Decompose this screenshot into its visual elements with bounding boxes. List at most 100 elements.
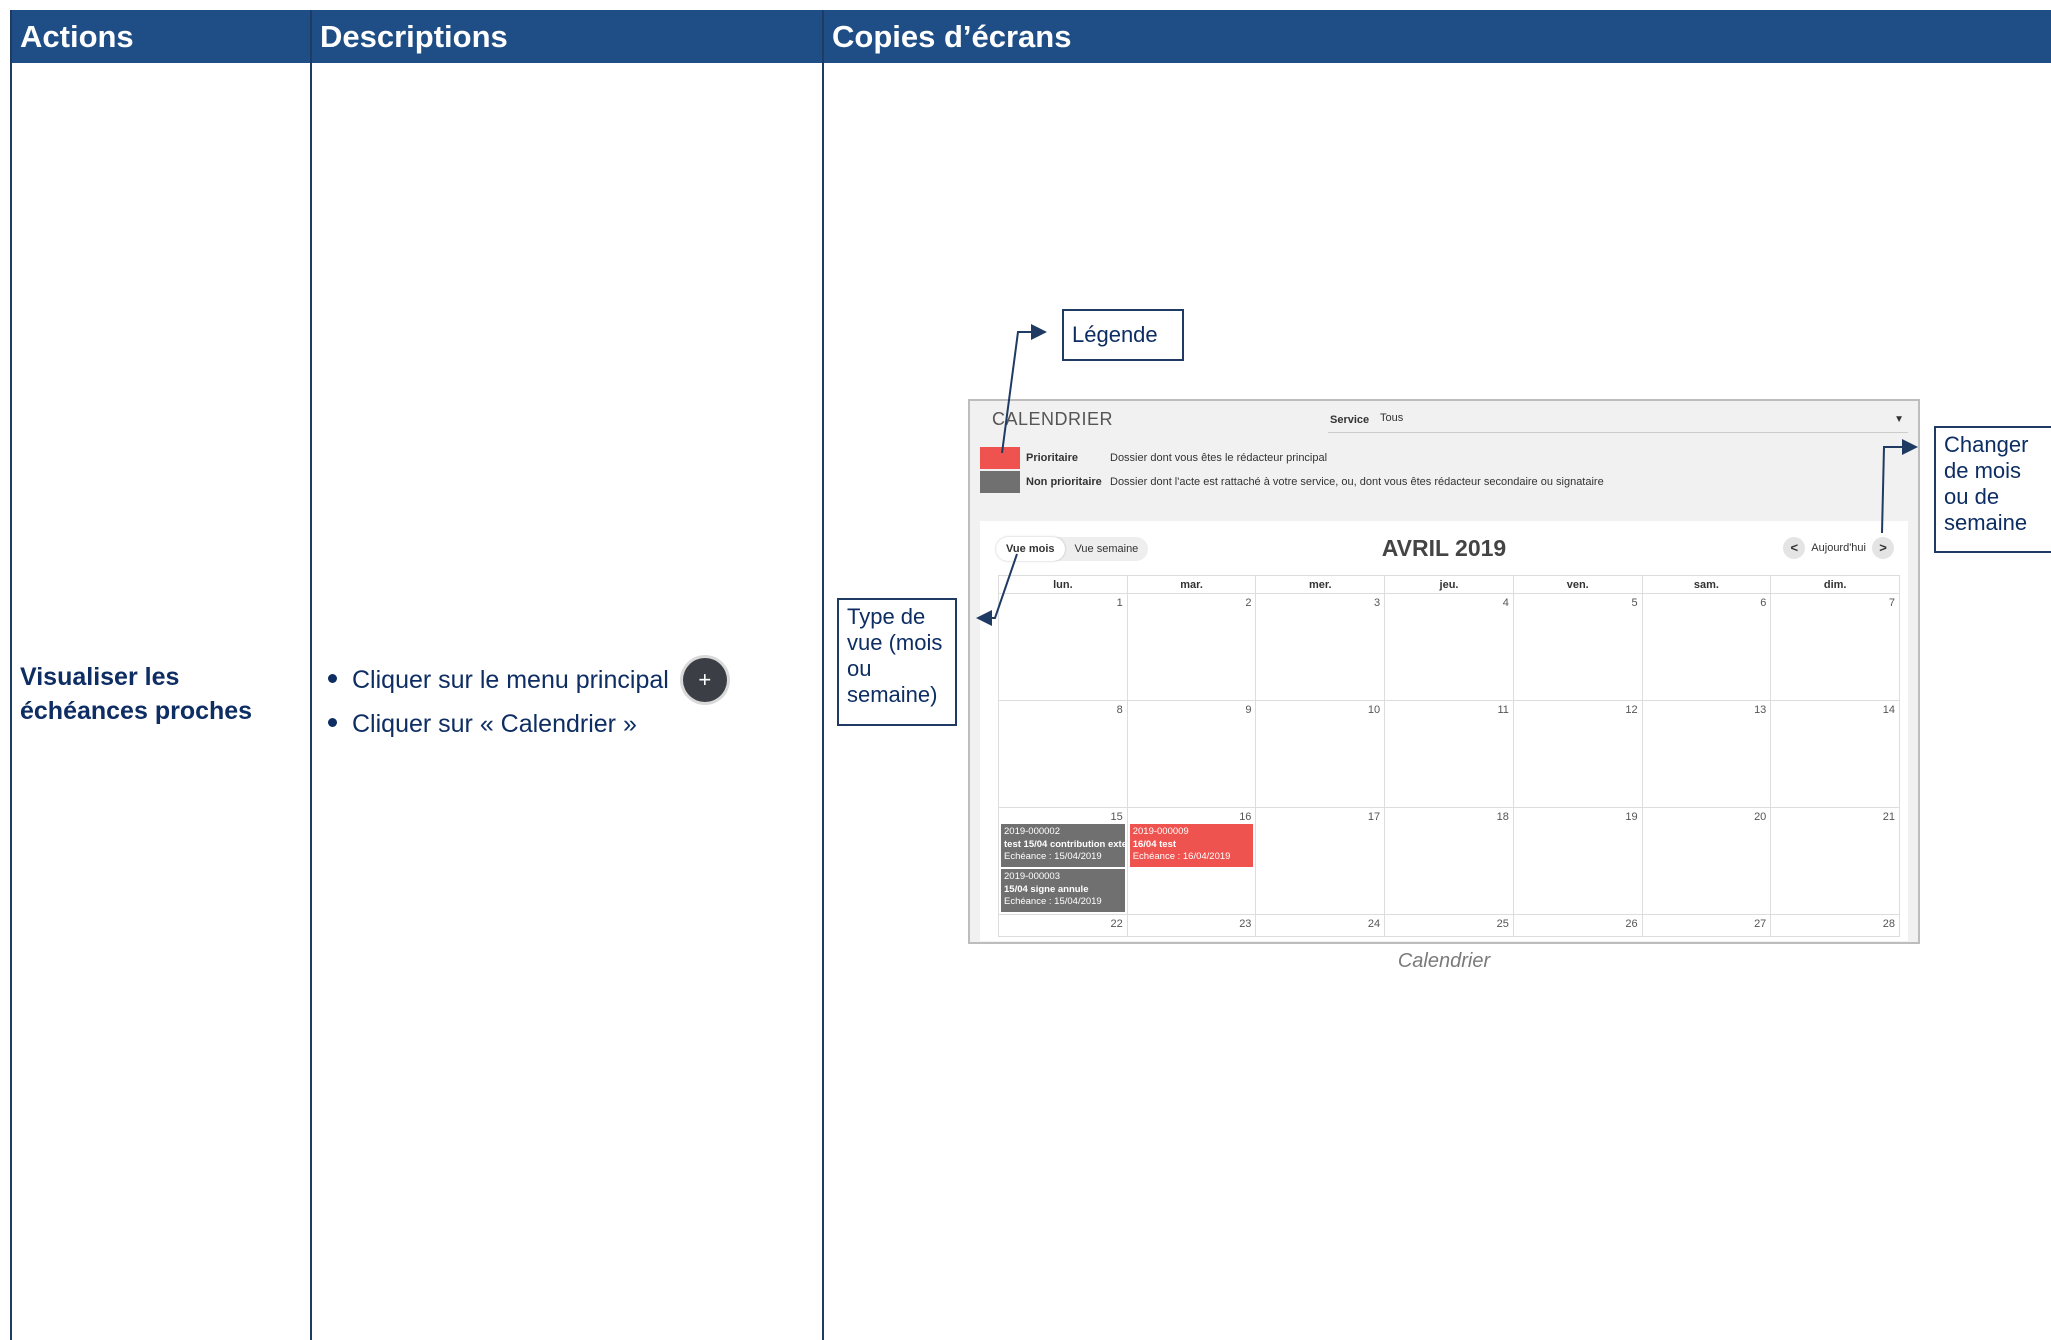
day-number: 14 [1882,704,1896,716]
calendar-event[interactable]: 2019-000009 16/04 test Echéance : 16/04/20… [1129,824,1254,867]
event-due: Echéance : 15/04/2019 [1004,851,1102,862]
day-number: 18 [1496,811,1509,823]
action-label: Visualiser les échéances proches [20,663,253,725]
calendar-screenshot: CALENDRIER Service Tous ▼ Prioritaire Do… [968,399,1920,944]
day-cell[interactable]: 26 [1514,915,1643,936]
description-item: Cliquer sur « Calendrier » [322,702,812,746]
day-cell[interactable]: 12 [1514,701,1643,807]
column-divider [310,10,312,1340]
legend-swatch [980,447,1020,469]
week-row: 1 2 3 4 5 6 7 [998,594,1901,701]
day-cell[interactable]: 24 [1256,915,1386,936]
day-number: 5 [1631,597,1638,609]
day-number: 12 [1625,704,1638,716]
day-cell[interactable]: 14 [1771,701,1901,807]
bullet-icon [328,718,337,727]
service-underline [1328,432,1908,433]
header-actions: Actions [12,10,310,63]
callout-view-type: Type de vue (mois ou semaine) [837,598,957,726]
day-number: 10 [1367,704,1381,716]
day-number: 6 [1760,597,1767,609]
event-id: 2019-000002 [1004,826,1060,837]
day-cell[interactable]: 21 [1771,808,1901,914]
day-number: 26 [1625,918,1638,930]
figure-caption: Calendrier [1397,950,1491,972]
day-cell[interactable]: 20 [1643,808,1772,914]
day-cell[interactable]: 3 [1256,594,1386,700]
day-number: 4 [1502,597,1509,609]
day-cell[interactable]: 1 [998,594,1128,700]
weekday-label: ven. [1514,576,1643,593]
column-divider [822,10,824,1340]
day-cell[interactable]: 23 [1128,915,1257,936]
description-item: Cliquer sur le menu principal + [322,658,812,702]
day-number: 7 [1888,597,1896,609]
day-cell[interactable]: 22 [998,915,1128,936]
callout-change-month: Changer de mois ou de semaine [1934,426,2051,553]
day-number: 24 [1367,918,1381,930]
week-row: 22 23 24 25 26 27 28 [998,915,1901,937]
description-list: Cliquer sur le menu principal + Cliquer … [322,658,812,746]
day-number: 19 [1625,811,1638,823]
day-cell[interactable]: 9 [1128,701,1257,807]
calendar-nav: < Aujourd'hui > [1783,537,1894,559]
day-cell[interactable]: 28 [1771,915,1901,936]
legend-name: Non prioritaire [1026,476,1102,488]
weekday-label: lun. [998,576,1128,593]
day-number: 1 [1116,597,1123,609]
day-cell[interactable]: 10 [1256,701,1386,807]
calendar-panel: Vue mois Vue semaine AVRIL 2019 < Aujour… [980,521,1908,941]
calendar-event[interactable]: 2019-000003 15/04 signe annule Echéance : … [1001,869,1125,912]
weekday-label: jeu. [1385,576,1514,593]
caret-down-icon[interactable]: ▼ [1894,414,1904,425]
day-number: 17 [1367,811,1381,823]
day-cell[interactable]: 18 [1385,808,1514,914]
day-cell[interactable]: 4 [1385,594,1514,700]
legend-desc: Dossier dont l'acte est rattaché à votre… [1110,476,1604,488]
callout-legend: Légende [1062,309,1184,361]
day-number: 22 [1110,918,1123,930]
week-row: 15 2019-000002 test 15/04 contribution ext… [998,808,1901,915]
day-cell[interactable]: 11 [1385,701,1514,807]
legend-row-non-prioritaire: Non prioritaire Dossier dont l'acte est … [980,471,1604,493]
day-cell[interactable]: 2 [1128,594,1257,700]
event-due: Echéance : 15/04/2019 [1004,896,1102,907]
weekday-label: sam. [1643,576,1772,593]
day-cell[interactable]: 17 [1256,808,1386,914]
chevron-left-icon[interactable]: < [1783,537,1806,559]
service-select[interactable]: Tous [1380,412,1403,424]
weekday-header: lun. mar. mer. jeu. ven. sam. dim. [998,576,1901,594]
legend-row-prioritaire: Prioritaire Dossier dont vous êtes le ré… [980,447,1327,469]
day-cell[interactable]: 16 2019-000009 16/04 test Echéance : 16/04/… [1128,808,1257,914]
day-cell[interactable]: 27 [1643,915,1772,936]
day-cell[interactable]: 25 [1385,915,1514,936]
day-number: 16 [1239,811,1252,823]
day-cell[interactable]: 13 [1643,701,1772,807]
event-title: 15/04 signe annule [1004,883,1089,895]
chevron-right-icon[interactable]: > [1872,537,1894,559]
day-cell[interactable]: 19 [1514,808,1643,914]
calendar-event[interactable]: 2019-000002 test 15/04 contribution exte E… [1001,824,1125,867]
service-label: Service [1330,414,1370,426]
day-cell[interactable]: 15 2019-000002 test 15/04 contribution ext… [998,808,1128,914]
event-id: 2019-000003 [1004,871,1060,882]
day-number: 23 [1239,918,1252,930]
day-number: 21 [1882,811,1896,823]
day-number: 27 [1754,918,1767,930]
day-cell[interactable]: 5 [1514,594,1643,700]
event-due: Echéance : 16/04/2019 [1132,851,1231,862]
week-row: 8 9 10 11 12 13 14 [998,701,1901,808]
today-button[interactable]: Aujourd'hui [1811,542,1866,554]
legend-swatch [980,471,1020,493]
calendar-title: CALENDRIER [992,409,1114,429]
bullet-icon [328,674,337,683]
day-cell[interactable]: 6 [1643,594,1772,700]
event-id: 2019-000009 [1132,826,1189,837]
description-text: Cliquer sur le menu principal [352,666,669,694]
day-cell[interactable]: 7 [1771,594,1901,700]
day-number: 11 [1497,704,1509,716]
day-number: 20 [1754,811,1767,823]
day-number: 9 [1245,704,1252,716]
day-cell[interactable]: 8 [998,701,1128,807]
description-text: Cliquer sur « Calendrier » [352,710,637,738]
